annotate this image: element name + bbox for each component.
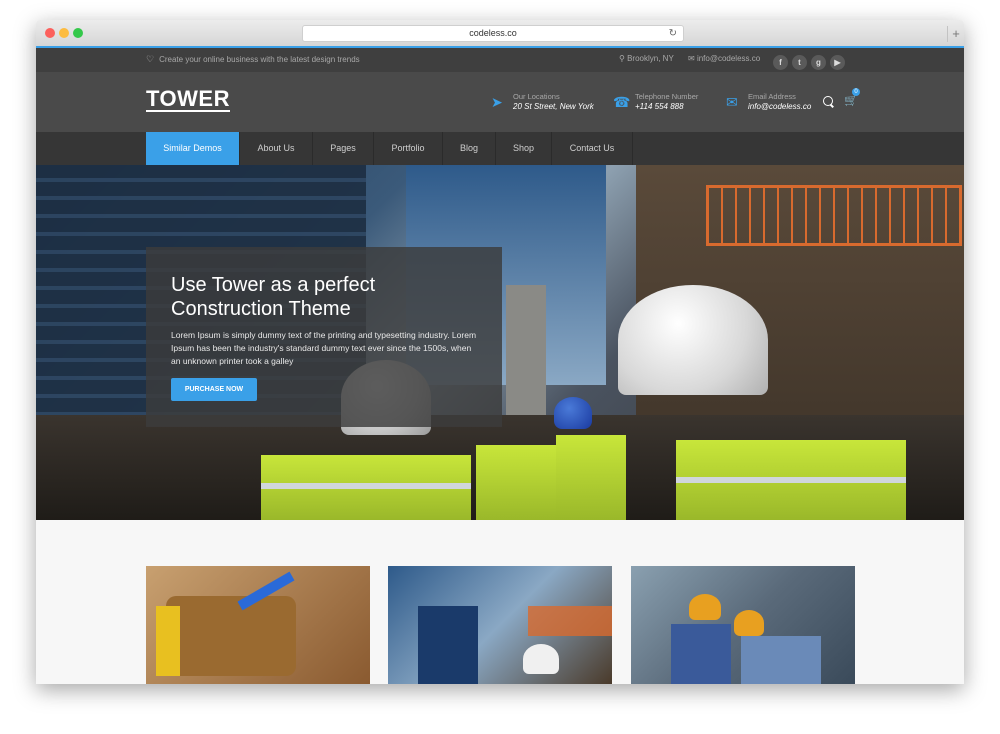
nav-contact-us[interactable]: Contact Us bbox=[552, 132, 633, 165]
site-logo[interactable]: TOWER bbox=[146, 88, 230, 112]
feature-card-site[interactable] bbox=[388, 566, 612, 684]
phone-value: +114 554 888 bbox=[635, 102, 684, 111]
search-icon[interactable] bbox=[823, 96, 833, 106]
browser-chrome: codeless.co ↻ + bbox=[36, 20, 964, 47]
hero-description: Lorem Ipsum is simply dummy text of the … bbox=[171, 330, 477, 366]
zoom-window-button[interactable] bbox=[73, 28, 83, 38]
hard-hat bbox=[554, 397, 592, 429]
map-pin-icon: ⚲ bbox=[619, 54, 625, 63]
social-links: f t g ▶ bbox=[773, 52, 849, 70]
worker bbox=[671, 624, 731, 684]
feature-card-workers[interactable] bbox=[631, 566, 855, 684]
hard-hat bbox=[618, 285, 768, 395]
new-tab-button[interactable]: + bbox=[947, 26, 964, 42]
close-window-button[interactable] bbox=[45, 28, 55, 38]
nav-shop[interactable]: Shop bbox=[496, 132, 552, 165]
location-value: 20 St Street, New York bbox=[513, 102, 594, 111]
cart-count-badge: 0 bbox=[852, 88, 860, 96]
location-text: Brooklyn, NY bbox=[627, 54, 674, 63]
email-icon: ✉ bbox=[688, 54, 695, 63]
location-label: Our Locations bbox=[513, 92, 560, 101]
site-header: TOWER ➤ Our Locations 20 St Street, New … bbox=[36, 72, 964, 132]
hero-scaffold bbox=[706, 185, 962, 246]
nav-blog[interactable]: Blog bbox=[443, 132, 496, 165]
location-arrow-icon: ➤ bbox=[491, 94, 503, 110]
twitter-icon[interactable]: t bbox=[792, 55, 807, 70]
reload-icon[interactable]: ↻ bbox=[669, 26, 677, 41]
vest-stripe bbox=[261, 483, 471, 489]
building bbox=[418, 606, 478, 684]
facebook-icon[interactable]: f bbox=[773, 55, 788, 70]
hero-caption-box: Use Tower as a perfect Construction Them… bbox=[146, 247, 502, 427]
worker-vest bbox=[476, 445, 556, 520]
topbar-location: ⚲ Brooklyn, NY bbox=[619, 54, 674, 63]
content-section bbox=[36, 520, 964, 684]
tagline: ♡ Create your online business with the la… bbox=[146, 54, 360, 65]
email-value: info@codeless.co bbox=[748, 102, 812, 111]
nav-about-us[interactable]: About Us bbox=[240, 132, 313, 165]
feature-card-tools[interactable] bbox=[146, 566, 370, 684]
url-text: codeless.co bbox=[469, 28, 517, 38]
tagline-text: Create your online business with the lat… bbox=[159, 55, 360, 64]
tool-belt bbox=[166, 596, 296, 676]
nav-portfolio[interactable]: Portfolio bbox=[374, 132, 443, 165]
nav-similar-demos[interactable]: Similar Demos bbox=[146, 132, 240, 165]
top-bar: ♡ Create your online business with the la… bbox=[36, 46, 964, 72]
worker bbox=[741, 636, 821, 684]
scaffold bbox=[528, 606, 612, 636]
youtube-icon[interactable]: ▶ bbox=[830, 55, 845, 70]
hammer bbox=[156, 606, 180, 676]
heart-icon: ♡ bbox=[146, 54, 155, 64]
purchase-now-button[interactable]: PURCHASE NOW bbox=[171, 378, 257, 401]
email-text: info@codeless.co bbox=[696, 54, 761, 63]
phone-icon: ☎ bbox=[613, 94, 631, 110]
browser-window: codeless.co ↻ + ♡ Create your online busi… bbox=[36, 20, 964, 684]
hero-title: Use Tower as a perfect Construction Them… bbox=[171, 274, 376, 320]
hard-hat bbox=[523, 644, 559, 674]
nav-pages[interactable]: Pages bbox=[313, 132, 374, 165]
hard-hat bbox=[689, 594, 721, 620]
minimize-window-button[interactable] bbox=[59, 28, 69, 38]
topbar-email[interactable]: ✉ info@codeless.co bbox=[688, 54, 760, 63]
vest-stripe bbox=[676, 477, 906, 483]
hard-hat bbox=[734, 610, 764, 636]
email-label: Email Address bbox=[748, 92, 796, 101]
hero-tower bbox=[506, 285, 546, 425]
main-nav: Similar Demos About Us Pages Portfolio B… bbox=[36, 132, 964, 165]
envelope-icon: ✉ bbox=[726, 94, 738, 110]
google-plus-icon[interactable]: g bbox=[811, 55, 826, 70]
worker-vest bbox=[556, 435, 626, 520]
hero-section: Use Tower as a perfect Construction Them… bbox=[36, 165, 964, 520]
phone-label: Telephone Number bbox=[635, 92, 699, 101]
address-bar[interactable]: codeless.co ↻ bbox=[302, 25, 684, 42]
